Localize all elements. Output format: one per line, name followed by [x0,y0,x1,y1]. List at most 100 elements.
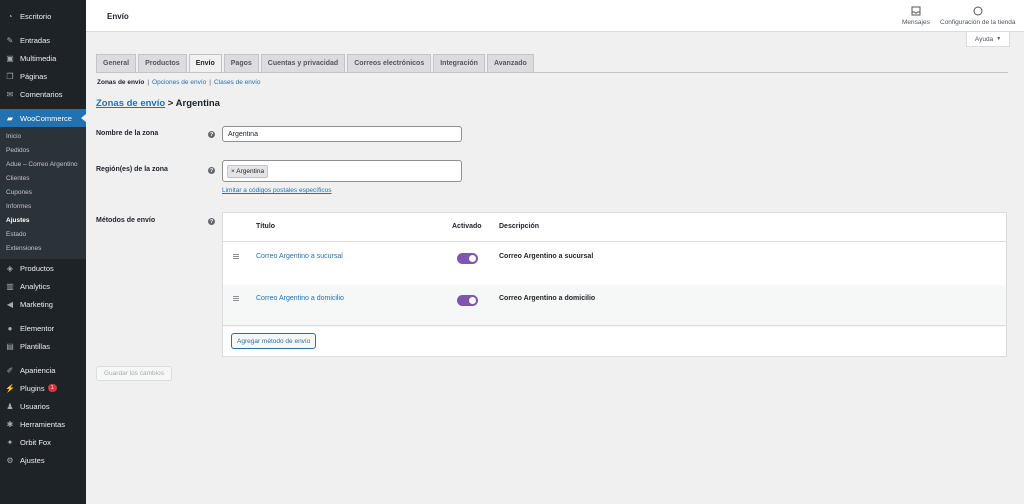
sidebar-item-label: Elementor [20,323,55,333]
tab-envio[interactable]: Envío [188,54,222,72]
enabled-toggle[interactable] [457,295,478,306]
sidebar-item-elementor[interactable]: ● Elementor [0,319,86,337]
sidebar-item-label: Páginas [20,71,48,81]
tab-divider [96,72,1008,73]
woocommerce-icon: ▰ [6,113,14,123]
breadcrumb-zones-link[interactable]: Zonas de envío [96,98,165,109]
subnav-classes[interactable]: Clases de envío [214,79,261,86]
table-footer-divider [223,325,1006,326]
sidebar-item-label: Plugins [20,383,45,393]
help-button[interactable]: Ayuda ▼ [966,32,1010,47]
store-setup-label: Configuración de la tienda [940,19,1016,26]
submenu-item-cupones[interactable]: Cupones [0,186,86,200]
sidebar-item-plantillas[interactable]: ▤ Plantillas [0,337,86,355]
enabled-toggle[interactable] [457,253,478,264]
pushpin-icon: ✎ [6,35,14,45]
sidebar-item-apariencia[interactable]: ✐ Apariencia [0,361,86,379]
messages-button[interactable]: Mensajes [902,6,930,26]
sidebar-item-label: Apariencia [20,365,56,375]
save-changes-button[interactable]: Guardar los cambios [96,366,172,381]
settings-icon: ⚙ [6,455,14,465]
shipping-methods-table: Título Activado Descripción Correo Argen… [222,212,1007,357]
wrench-icon: ✱ [6,419,14,429]
submenu-item-extensiones[interactable]: Extensiones [0,242,86,256]
tab-general[interactable]: General [96,54,137,72]
drag-handle-icon[interactable] [233,296,239,301]
plugin-icon: ⚡ [5,383,15,393]
products-icon: ◈ [6,263,14,273]
help-tip-icon[interactable]: ? [208,167,215,174]
tab-productos[interactable]: Productos [138,54,187,72]
zone-regions-select[interactable]: × Argentina [222,160,462,182]
submenu-item-pedidos[interactable]: Pedidos [0,144,86,158]
sidebar-item-label: Multimedia [20,53,57,63]
settings-tabs: General Productos Envío Pagos Cuentas y … [96,54,534,72]
sidebar-item-usuarios[interactable]: ♟ Usuarios [0,397,86,415]
region-chip[interactable]: × Argentina [227,165,269,178]
fox-icon: ✦ [6,437,14,447]
sidebar-item-woocommerce[interactable]: ▰ WooCommerce [0,109,86,127]
tab-cuentas[interactable]: Cuentas y privacidad [260,54,346,72]
sidebar-item-orbit-fox[interactable]: ✦ Orbit Fox [0,433,86,451]
subnav-options[interactable]: Opciones de envío [152,79,206,86]
add-shipping-method-button[interactable]: Agregar método de envío [231,333,317,349]
sidebar-item-productos[interactable]: ◈ Productos [0,259,86,277]
method-title-link[interactable]: Correo Argentino a sucursal [256,253,343,260]
help-label: Ayuda [974,35,994,43]
zone-regions-label: Región(es) de la zona [96,166,168,173]
sidebar-item-label: Escritorio [20,11,52,21]
templates-icon: ▤ [6,341,14,351]
table-header: Título Activado Descripción [223,213,1006,242]
sidebar-item-label: Herramientas [20,419,66,429]
submenu-item-clientes[interactable]: Clientes [0,172,86,186]
sidebar-item-label: Productos [20,263,54,273]
help-tip-icon[interactable]: ? [208,218,215,225]
sidebar-item-label: Marketing [20,299,53,309]
shipping-methods-label: Métodos de envío [96,217,156,224]
tab-integracion[interactable]: Integración [433,54,485,72]
method-description: Correo Argentino a domicilio [499,295,596,302]
sidebar-item-marketing[interactable]: ◀ Marketing [0,295,86,313]
submenu-item-informes[interactable]: Informes [0,200,86,214]
tab-correos[interactable]: Correos electrónicos [347,54,432,72]
tab-avanzado[interactable]: Avanzado [486,54,534,72]
subnav-zones[interactable]: Zonas de envío [97,79,144,86]
sidebar-item-label: Orbit Fox [20,437,51,447]
comments-icon: ✉ [6,89,14,99]
limit-postcodes-link[interactable]: Limitar a códigos postales específicos [222,187,331,194]
sidebar-item-comentarios[interactable]: ✉ Comentarios [0,85,86,103]
dashboard-icon: ◔ [7,11,13,21]
sidebar-item-herramientas[interactable]: ✱ Herramientas [0,415,86,433]
sidebar-item-entradas[interactable]: ✎ Entradas [0,31,86,49]
sidebar-item-plugins[interactable]: ⚡ Plugins 1 [0,379,86,397]
progress-circle-icon [973,6,983,16]
sidebar-item-label: WooCommerce [20,113,72,123]
sidebar-item-ajustes[interactable]: ⚙ Ajustes [0,451,86,469]
col-enabled: Activado [452,223,482,230]
subnav-separator: | [147,79,150,86]
drag-handle-icon[interactable] [233,254,239,259]
breadcrumb: Zonas de envío > Argentina [96,98,220,109]
submenu-item-estado[interactable]: Estado [0,228,86,242]
sidebar-item-paginas[interactable]: ❐ Páginas [0,67,86,85]
sidebar-item-label: Plantillas [20,341,51,351]
sidebar-item-escritorio[interactable]: ◔ Escritorio [0,7,86,25]
submenu-item-inicio[interactable]: Inicio [0,130,86,144]
sidebar-item-label: Analytics [20,281,51,291]
zone-name-input[interactable] [222,126,462,142]
submenu-item-adue[interactable]: Adue – Correo Argentino [0,158,86,172]
inbox-icon [911,6,921,16]
help-tip-icon[interactable]: ? [208,131,215,138]
store-setup-button[interactable]: Configuración de la tienda [940,6,1016,26]
sidebar-item-multimedia[interactable]: ▣ Multimedia [0,49,86,67]
method-title-link[interactable]: Correo Argentino a domicilio [256,295,344,302]
analytics-icon: ▥ [6,281,14,291]
breadcrumb-current: > Argentina [167,98,220,109]
sidebar-item-analytics[interactable]: ▥ Analytics [0,277,86,295]
submenu-item-ajustes[interactable]: Ajustes [0,214,86,228]
pages-icon: ❐ [6,71,14,81]
zone-name-label: Nombre de la zona [96,130,159,137]
sidebar-item-label: Comentarios [20,89,63,99]
sidebar-item-label: Ajustes [20,455,45,465]
tab-pagos[interactable]: Pagos [223,54,259,72]
